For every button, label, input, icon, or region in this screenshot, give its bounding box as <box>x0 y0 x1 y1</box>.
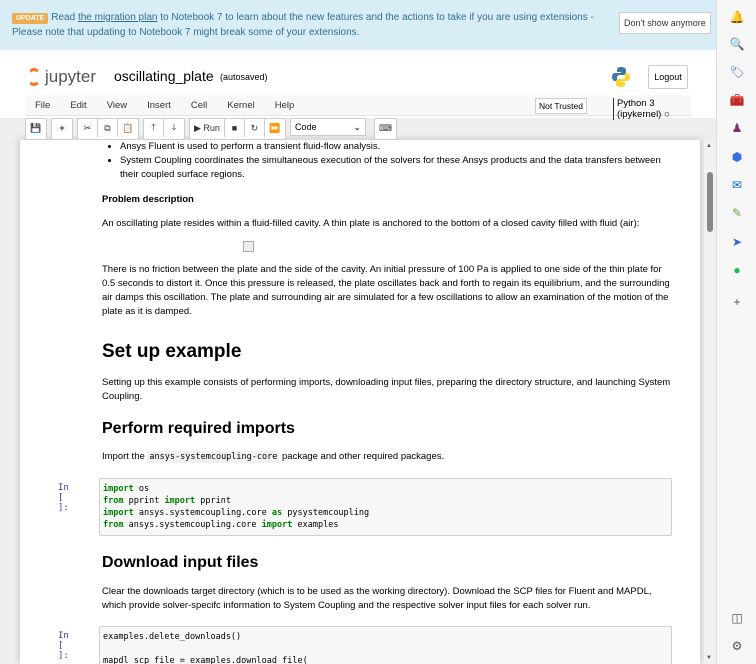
kernel-idle-icon: ○ <box>664 109 670 120</box>
scrollbar[interactable]: ▲▼ <box>704 140 716 664</box>
designer-icon[interactable]: ✎ <box>729 205 745 221</box>
dont-show-anymore-button[interactable]: Don't show anymore <box>619 12 711 34</box>
imports-pre: Import the <box>102 451 147 462</box>
jupyter-logo[interactable]: jupyter <box>27 67 96 87</box>
copy-icon[interactable]: ⧉ <box>98 119 118 137</box>
cell-type-select[interactable]: Code ⌄ <box>290 118 366 136</box>
setup-heading: Set up example <box>102 345 672 359</box>
menu-insert[interactable]: Insert <box>137 100 181 111</box>
outlook-icon[interactable]: ✉ <box>729 177 745 193</box>
menu-view[interactable]: View <box>97 100 137 111</box>
sidebar-toggle-icon[interactable]: ◫ <box>729 610 745 626</box>
cell-type-value: Code <box>295 122 317 132</box>
kernel-indicator[interactable]: Python 3 (ipykernel) ○ <box>613 98 691 120</box>
save-icon[interactable]: 💾 <box>26 119 46 137</box>
paste-icon[interactable]: 📋 <box>118 119 138 137</box>
toolbar: 💾 + ✂⧉📋 🡑🡓 ▶ Run■↻⏩ Code⌄ ⌨ <box>25 118 397 140</box>
code-line: examples.delete_downloads() <box>103 631 668 643</box>
menu-file[interactable]: File <box>25 100 60 111</box>
menu-edit[interactable]: Edit <box>60 100 96 111</box>
inline-code: ansys-systemcoupling-core <box>147 451 279 463</box>
code-cell-imports[interactable]: import os from pprint import pprint impo… <box>99 478 672 536</box>
setup-text: Setting up this example consists of perf… <box>102 376 672 404</box>
menu-kernel[interactable]: Kernel <box>217 100 264 111</box>
notebook-header: jupyter oscillating_plate (autosaved) Lo… <box>0 50 716 118</box>
add-cell-icon[interactable]: + <box>52 119 72 137</box>
spotify-icon[interactable]: ● <box>729 262 745 278</box>
stop-icon[interactable]: ■ <box>225 119 245 137</box>
imports-post: package and other required packages. <box>279 451 444 462</box>
menu-help[interactable]: Help <box>265 100 305 111</box>
browser-content: UPDATERead the migration plan to Noteboo… <box>0 0 716 664</box>
bell-icon[interactable]: 🔔 <box>729 9 745 25</box>
games-icon[interactable]: ♟ <box>729 120 745 136</box>
list-item: Ansys Fluent is used to perform a transi… <box>120 140 672 154</box>
jupyter-logo-icon <box>27 68 41 86</box>
move-up-icon[interactable]: 🡑 <box>144 119 164 137</box>
banner-text: Read <box>51 12 78 23</box>
code-cell-download[interactable]: examples.delete_downloads() mapdl_scp_fi… <box>99 626 672 664</box>
chevron-down-icon: ⌄ <box>353 122 361 133</box>
search-icon[interactable]: 🔍 <box>729 36 745 52</box>
problem-text: An oscillating plate resides within a fl… <box>102 217 672 231</box>
logout-button[interactable]: Logout <box>648 65 688 89</box>
code-line: mapdl_scp_file = examples.download_file( <box>103 655 668 664</box>
cell-prompt: In [ ]: <box>58 483 69 513</box>
tag-icon[interactable]: 🏷 <box>729 64 745 80</box>
problem-heading: Problem description <box>102 193 672 207</box>
menu-cell[interactable]: Cell <box>181 100 217 111</box>
cell-prompt: In [ ]: <box>58 631 69 661</box>
python-logo-icon <box>611 66 631 88</box>
list-item: System Coupling coordinates the simultan… <box>120 154 672 182</box>
scroll-down-icon[interactable]: ▼ <box>706 655 712 661</box>
run-label: Run <box>203 123 220 133</box>
save-status: (autosaved) <box>220 72 268 82</box>
update-banner: UPDATERead the migration plan to Noteboo… <box>0 0 716 50</box>
download-text: Clear the downloads target directory (wh… <box>102 585 672 613</box>
imports-heading: Perform required imports <box>102 422 672 436</box>
copilot-icon[interactable]: ⬢ <box>729 149 745 165</box>
run-button[interactable]: ▶ Run <box>190 119 225 137</box>
cut-icon[interactable]: ✂ <box>78 119 98 137</box>
browser-sidebar: 🔔 🔍 🏷 🧰 ♟ ⬢ ✉ ✎ ➤ ● + ◫ ⚙ <box>716 0 756 664</box>
jupyter-wordmark: jupyter <box>45 67 96 87</box>
migration-plan-link[interactable]: the migration plan <box>78 12 158 23</box>
add-icon[interactable]: + <box>729 294 745 310</box>
menu-bar: File Edit View Insert Cell Kernel Help N… <box>25 95 691 116</box>
bullet-list: Ansys Fluent is used to perform a transi… <box>102 140 672 182</box>
broken-image-icon <box>243 241 254 252</box>
keyboard-icon[interactable]: ⌨ <box>375 119 396 137</box>
fast-forward-icon[interactable]: ⏩ <box>265 119 285 137</box>
settings-gear-icon[interactable]: ⚙ <box>729 638 745 654</box>
toolbox-icon[interactable]: 🧰 <box>729 92 745 108</box>
play-icon: ▶ <box>194 123 203 134</box>
scrollbar-thumb[interactable] <box>707 172 713 232</box>
description-text: There is no friction between the plate a… <box>102 263 672 319</box>
scroll-up-icon[interactable]: ▲ <box>706 143 712 149</box>
restart-icon[interactable]: ↻ <box>245 119 265 137</box>
drop-icon[interactable]: ➤ <box>729 234 745 250</box>
move-down-icon[interactable]: 🡓 <box>164 119 184 137</box>
notebook-name[interactable]: oscillating_plate <box>114 68 214 84</box>
update-badge: UPDATE <box>12 13 48 24</box>
download-heading: Download input files <box>102 556 672 570</box>
imports-text: Import the ansys-systemcoupling-core pac… <box>102 450 672 464</box>
not-trusted-button[interactable]: Not Trusted <box>535 98 587 114</box>
kernel-name: Python 3 (ipykernel) <box>617 98 661 120</box>
